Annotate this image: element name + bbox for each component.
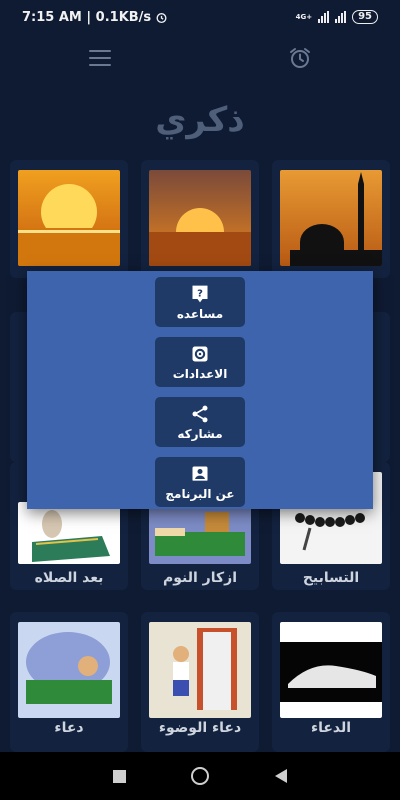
sunrise-image: [18, 170, 120, 266]
app-title: ذكري: [155, 100, 245, 140]
svg-text:?: ?: [197, 288, 203, 299]
card-dua-2[interactable]: الدعاء: [272, 612, 390, 752]
sleeping-child-image: [18, 622, 120, 718]
status-left: 7:15 AM | 0.1KB/s: [22, 10, 168, 25]
help-icon: ?: [192, 285, 208, 302]
settings-label: الاعدادات: [172, 366, 228, 381]
card-sunset[interactable]: [141, 160, 259, 278]
status-time: 7:15 AM | 0.1KB/s: [22, 9, 152, 25]
card-label: دعاء: [54, 720, 84, 736]
network-type: 4G+: [295, 12, 313, 21]
about-label: عن البرنامج: [165, 486, 235, 501]
card-dua-1[interactable]: دعاء: [10, 612, 128, 752]
card-label: ازكار النوم: [163, 570, 237, 586]
share-icon: [192, 405, 208, 422]
signal-icon: [318, 11, 330, 23]
status-bar: 7:15 AM | 0.1KB/s 4G+ 95: [0, 0, 400, 34]
prayer-mat-image: [18, 502, 120, 564]
card-wudu-dua[interactable]: دعاء الوضوء: [141, 612, 259, 752]
settings-icon: [192, 346, 208, 361]
settings-button[interactable]: الاعدادات: [155, 337, 245, 387]
help-button[interactable]: ? مساعده: [155, 277, 245, 327]
top-bar: [0, 40, 400, 80]
alarm-clock-icon[interactable]: [288, 46, 312, 70]
options-dialog: ? مساعده الاعدادات مشاركه عن البرنامج: [27, 271, 373, 509]
card-mosque[interactable]: [272, 160, 390, 278]
recent-apps-icon[interactable]: [112, 769, 126, 783]
mosque-image: [280, 170, 382, 266]
home-icon[interactable]: [191, 767, 210, 785]
card-label: الدعاء: [310, 720, 352, 736]
back-icon[interactable]: [275, 769, 288, 783]
shroud-image: [280, 622, 382, 718]
about-icon: [192, 466, 208, 482]
battery-icon: 95: [352, 10, 378, 24]
hamburger-menu-icon[interactable]: [89, 50, 111, 68]
system-nav-bar: [0, 752, 400, 800]
sunset-image: [149, 170, 251, 266]
share-button[interactable]: مشاركه: [155, 397, 245, 447]
signal-2-icon: [335, 11, 347, 23]
about-button[interactable]: عن البرنامج: [155, 457, 245, 507]
bathroom-child-image: [149, 622, 251, 718]
alarm-status-icon: [156, 12, 167, 23]
status-right: 4G+ 95: [296, 10, 378, 24]
sleeping-image: [149, 502, 251, 564]
help-label: مساعده: [176, 306, 224, 321]
card-label: بعد الصلاه: [34, 570, 104, 586]
share-label: مشاركه: [177, 426, 223, 441]
card-sunrise[interactable]: [10, 160, 128, 278]
card-label: دعاء الوضوء: [158, 720, 242, 736]
card-label: التسابيح: [302, 570, 360, 586]
